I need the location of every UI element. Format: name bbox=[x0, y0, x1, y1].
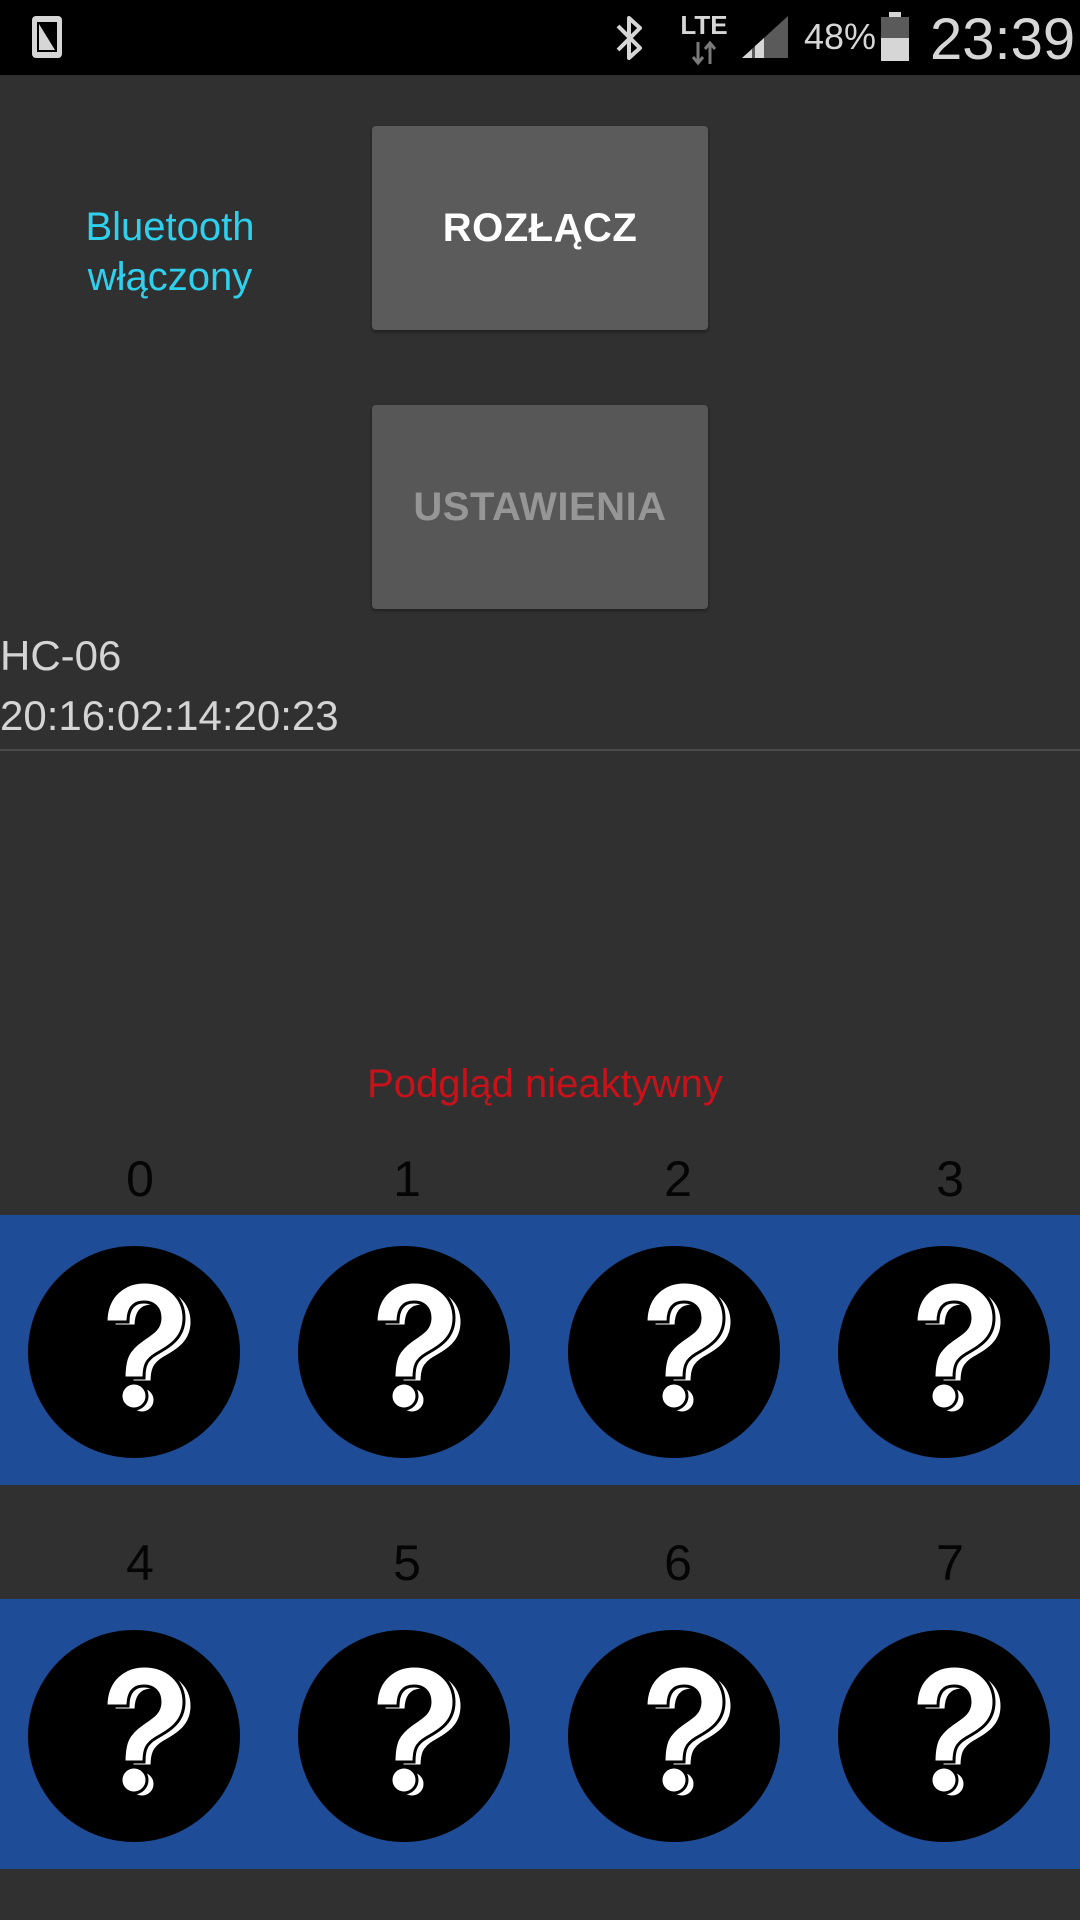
sensor-button-1[interactable] bbox=[298, 1246, 510, 1458]
question-mark-icon bbox=[374, 1664, 464, 1799]
sensor-label-2: 2 bbox=[664, 1151, 692, 1207]
question-mark-icon bbox=[914, 1664, 1004, 1799]
bluetooth-status: Bluetooth włączony bbox=[60, 202, 280, 302]
bluetooth-status-line2: włączony bbox=[87, 255, 253, 299]
sensor-button-4[interactable] bbox=[28, 1630, 240, 1842]
divider bbox=[0, 749, 1080, 751]
device-name: HC-06 bbox=[0, 632, 122, 679]
battery-icon bbox=[881, 12, 909, 61]
question-mark-icon bbox=[104, 1280, 194, 1415]
sensor-label-4: 4 bbox=[126, 1535, 154, 1591]
sensor-button-2[interactable] bbox=[568, 1246, 780, 1458]
sensor-label-3: 3 bbox=[936, 1151, 964, 1207]
device-address: 20:16:02:14:20:23 bbox=[0, 692, 339, 739]
question-mark-icon bbox=[374, 1280, 464, 1415]
bluetooth-icon bbox=[616, 16, 642, 60]
sensor-label-7: 7 bbox=[936, 1535, 964, 1591]
clock: 23:39 bbox=[930, 7, 1076, 72]
question-mark-icon bbox=[104, 1664, 194, 1799]
sensor-button-5[interactable] bbox=[298, 1630, 510, 1842]
sensor-row-2 bbox=[0, 1599, 1080, 1869]
sensor-label-6: 6 bbox=[664, 1535, 692, 1591]
sim-card-icon bbox=[32, 16, 62, 58]
status-bar: LTE 48% 23:39 bbox=[0, 0, 1080, 75]
settings-button[interactable]: USTAWIENIA bbox=[372, 405, 708, 609]
sensor-label-5: 5 bbox=[393, 1535, 421, 1591]
sensor-button-0[interactable] bbox=[28, 1246, 240, 1458]
sensor-label-1: 1 bbox=[393, 1151, 421, 1207]
signal-strength-icon bbox=[742, 16, 788, 58]
question-mark-icon bbox=[914, 1280, 1004, 1415]
sensor-button-7[interactable] bbox=[838, 1630, 1050, 1842]
question-mark-icon bbox=[644, 1664, 734, 1799]
question-mark-icon bbox=[644, 1280, 734, 1415]
sensor-button-6[interactable] bbox=[568, 1630, 780, 1842]
preview-status: Podgląd nieaktywny bbox=[367, 1062, 723, 1106]
disconnect-button[interactable]: ROZŁĄCZ bbox=[372, 126, 708, 330]
bluetooth-status-line1: Bluetooth bbox=[85, 205, 255, 249]
lte-data-icon: LTE bbox=[676, 10, 732, 66]
sensor-button-3[interactable] bbox=[838, 1246, 1050, 1458]
sensor-label-0: 0 bbox=[126, 1151, 154, 1207]
sensor-row-1 bbox=[0, 1215, 1080, 1485]
